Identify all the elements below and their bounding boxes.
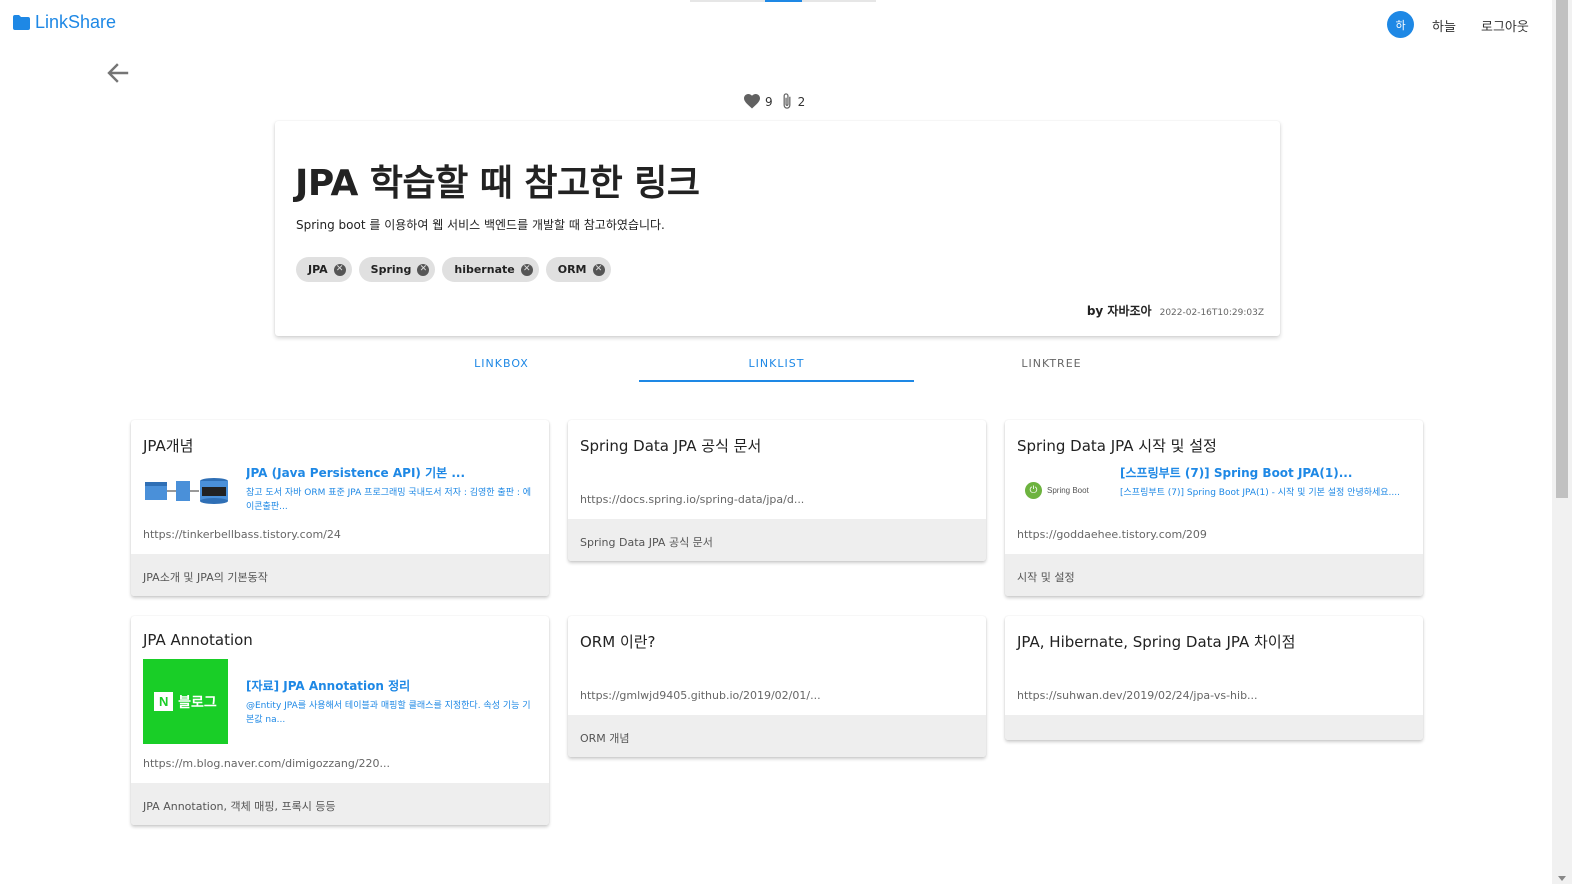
clip-count: 2 [797,94,806,109]
tag-chip[interactable]: ORM ✕ [545,257,611,282]
post-date: 2022-02-16T10:29:03Z [1159,308,1264,318]
link-preview[interactable]: JPA (Java Persistence API) 기본 ... 참고 도서 … [246,464,538,514]
like-count: 9 [765,94,773,109]
tag-label: Spring [370,263,412,276]
tag-chip[interactable]: hibernate ✕ [442,257,539,282]
tag-chip[interactable]: Spring ✕ [358,257,436,282]
link-thumbnail [145,478,228,504]
link-memo: 시작 및 설정 [1005,554,1423,596]
link-url[interactable]: https://docs.spring.io/spring-data/jpa/d… [580,493,804,506]
logout-button[interactable]: 로그아웃 [1481,16,1529,35]
link-thumbnail: ⏻ Spring Boot [1017,478,1107,503]
tag-list: JPA ✕ Spring ✕ hibernate ✕ ORM ✕ [296,257,618,282]
naver-logo-icon: N [154,692,174,711]
scroll-down-icon[interactable] [1558,876,1566,881]
tab-linkbox[interactable]: LINKBOX [364,346,639,382]
link-title: Spring Data JPA 시작 및 설정 [1017,437,1217,455]
link-card[interactable]: Spring Data JPA 공식 문서 https://docs.sprin… [568,420,986,561]
author-info: by 자바조아 2022-02-16T10:29:03Z [1087,302,1264,319]
preview-description: 참고 도서 자바 ORM 표준 JPA 프로그래밍 국내도서 저자 : 김영한 … [246,488,532,512]
close-icon[interactable]: ✕ [417,263,430,276]
post-stats: 9 2 [744,93,805,110]
tab-linklist[interactable]: LINKLIST [639,346,914,382]
avatar[interactable]: 하 [1387,11,1414,38]
link-title: JPA Annotation [143,631,253,649]
heart-icon[interactable] [744,94,760,109]
preview-title: [자료] JPA Annotation 정리 [246,679,411,693]
preview-description: [스프링부트 (7)] Spring Boot JPA(1) - 시작 및 기본… [1120,488,1401,498]
preview-title: JPA (Java Persistence API) 기본 ... [246,466,466,480]
brand-name: LinkShare [35,12,117,32]
view-tabs: LINKBOX LINKLIST LINKTREE [364,346,1190,382]
link-url[interactable]: https://goddaehee.tistory.com/209 [1017,528,1207,541]
close-icon[interactable]: ✕ [520,263,533,276]
tag-chip[interactable]: JPA ✕ [296,257,352,282]
link-memo: JPA소개 및 JPA의 기본동작 [131,554,549,596]
post-card: JPA 학습할 때 참고한 링크 Spring boot 를 이용하여 웹 서비… [275,121,1280,336]
app-root: LinkShare 하 하늘 로그아웃 9 2 JPA 학습할 때 참고한 링크… [0,0,1572,884]
link-title: JPA개념 [143,437,194,455]
close-icon[interactable]: ✕ [333,263,346,276]
link-preview[interactable]: [자료] JPA Annotation 정리 @Entity JPA를 사용해서… [246,677,538,727]
scrollbar-thumb[interactable] [1556,0,1568,498]
link-card[interactable]: JPA, Hibernate, Spring Data JPA 차이점 http… [1005,616,1423,740]
link-url[interactable]: https://gmlwjd9405.github.io/2019/02/01/… [580,689,821,702]
arrow-left-icon [107,63,129,83]
back-button[interactable] [104,59,132,87]
thumbnail-label: Spring Boot [1047,486,1089,495]
link-card[interactable]: ORM 이란? https://gmlwjd9405.github.io/201… [568,616,986,757]
folder-icon [13,15,30,30]
link-title: Spring Data JPA 공식 문서 [580,437,762,455]
link-thumbnail: N 블로그 [143,659,228,744]
tag-label: JPA [308,263,328,276]
link-preview[interactable]: [스프링부트 (7)] Spring Boot JPA(1)... [스프링부트… [1120,464,1412,500]
tag-label: ORM [557,263,587,276]
paperclip-icon[interactable] [781,93,793,110]
tag-label: hibernate [454,263,515,276]
link-card[interactable]: JPA개념 JPA (Java Persistence API) 기본 ... … [131,420,549,596]
link-memo: JPA Annotation, 객체 매핑, 프록시 등등 [131,783,549,825]
top-bar: LinkShare 하 하늘 로그아웃 [0,0,1552,50]
power-icon: ⏻ [1025,482,1042,499]
thumbnail-label: 블로그 [178,694,217,711]
page-scrollbar[interactable] [1552,0,1572,884]
tab-linktree[interactable]: LINKTREE [914,346,1189,382]
close-icon[interactable]: ✕ [592,263,605,276]
link-title: ORM 이란? [580,633,656,651]
preview-description: @Entity JPA를 사용해서 테이블과 매핑할 클래스를 지정한다. 속성… [246,701,531,725]
post-description: Spring boot 를 이용하여 웹 서비스 백엔드를 개발할 때 참고하였… [296,218,665,232]
link-url[interactable]: https://suhwan.dev/2019/02/24/jpa-vs-hib… [1017,689,1258,702]
link-memo [1005,715,1423,740]
link-memo: ORM 개념 [568,715,986,757]
link-url[interactable]: https://tinkerbellbass.tistory.com/24 [143,528,341,541]
link-card[interactable]: Spring Data JPA 시작 및 설정 ⏻ Spring Boot [스… [1005,420,1423,596]
brand-link[interactable]: LinkShare [13,12,116,33]
preview-title: [스프링부트 (7)] Spring Boot JPA(1)... [1120,466,1353,480]
user-name-button[interactable]: 하늘 [1432,16,1456,35]
link-title: JPA, Hibernate, Spring Data JPA 차이점 [1017,633,1296,651]
link-card[interactable]: JPA Annotation N 블로그 [자료] JPA Annotation… [131,616,549,825]
link-memo: Spring Data JPA 공식 문서 [568,519,986,561]
link-url[interactable]: https://m.blog.naver.com/dimigozzang/220… [143,757,390,770]
author-name[interactable]: by 자바조아 [1087,302,1152,319]
page-title: JPA 학습할 때 참고한 링크 [295,163,700,204]
